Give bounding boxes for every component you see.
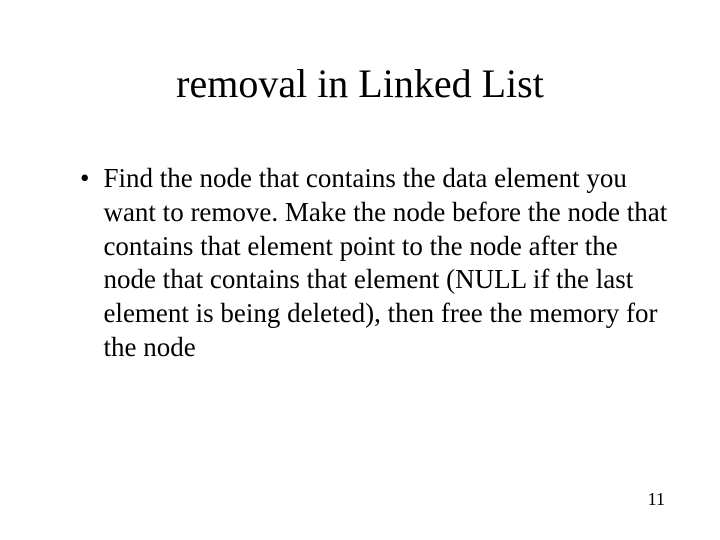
- bullet-text: Find the node that contains the data ele…: [103, 162, 670, 365]
- page-number: 11: [648, 489, 665, 510]
- slide-container: removal in Linked List • Find the node t…: [0, 0, 720, 540]
- slide-title: removal in Linked List: [50, 60, 670, 107]
- slide-content: • Find the node that contains the data e…: [50, 162, 670, 365]
- bullet-marker: •: [80, 162, 89, 196]
- bullet-item: • Find the node that contains the data e…: [80, 162, 670, 365]
